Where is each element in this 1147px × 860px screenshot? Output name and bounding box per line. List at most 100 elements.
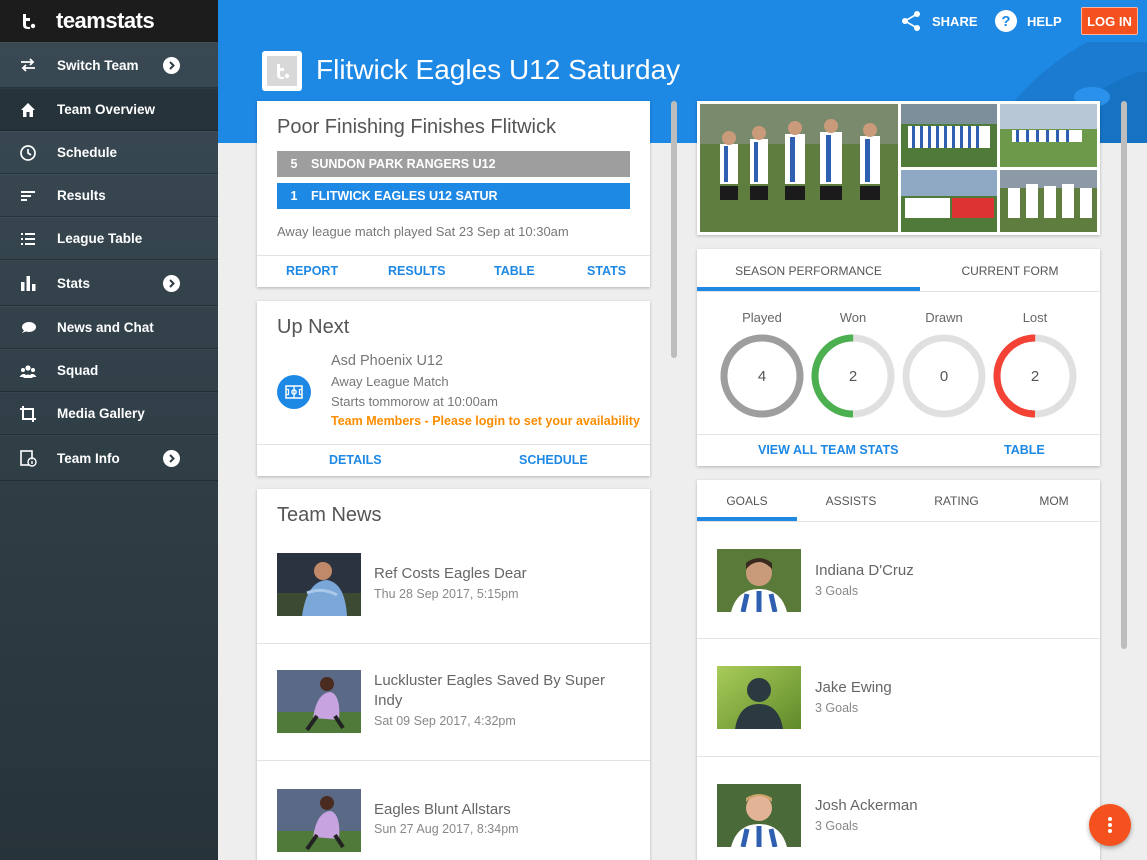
sidebar-item-label: Media Gallery (57, 406, 145, 421)
news-thumbnail (277, 670, 361, 733)
player-row[interactable]: Jake Ewing 3 Goals (697, 639, 1100, 757)
stats-link[interactable]: STATS (587, 264, 626, 278)
team-photo-collage (700, 104, 1097, 232)
player-row[interactable]: Josh Ackerman 3 Goals (697, 757, 1100, 860)
league-table-link[interactable]: TABLE (1004, 443, 1045, 457)
home-score-row: 5 SUNDON PARK RANGERS U12 (277, 151, 630, 177)
player-stat: 3 Goals (815, 819, 859, 833)
player-photo-placeholder (717, 666, 801, 729)
home-score: 5 (290, 157, 298, 171)
away-score-row: 1 FLITWICK EAGLES U12 SATUR (277, 183, 630, 209)
sidebar: teamstats Switch Team Team Overview Sche… (0, 0, 218, 860)
team-news-card: Team News Ref Costs Eagles Dear Thu 28 S… (257, 489, 650, 860)
left-scrollbar[interactable] (671, 101, 677, 358)
opponent-name[interactable]: Asd Phoenix U12 (331, 353, 443, 369)
photo-gallery-card[interactable] (697, 101, 1100, 235)
tab-current-form[interactable]: CURRENT FORM (920, 264, 1100, 278)
brand[interactable]: teamstats (0, 0, 218, 42)
team-logo (262, 51, 302, 91)
more-options-button[interactable] (1089, 804, 1131, 846)
stat-value: 4 (758, 368, 766, 385)
stat-label-drawn: Drawn (925, 310, 963, 325)
help-button[interactable]: ? HELP (995, 0, 1062, 42)
availability-prompt[interactable]: Team Members - Please login to set your … (331, 414, 640, 428)
stat-value: 2 (849, 368, 857, 385)
sidebar-item-team-overview[interactable]: Team Overview (0, 88, 218, 131)
season-performance-card: SEASON PERFORMANCE CURRENT FORM Played W… (697, 249, 1100, 466)
away-team-name: FLITWICK EAGLES U12 SATUR (311, 189, 498, 203)
match-info: Away league match played Sat 23 Sep at 1… (277, 224, 569, 239)
result-links: REPORT RESULTS TABLE STATS (257, 255, 650, 287)
share-button[interactable]: SHARE (900, 0, 978, 42)
results-link[interactable]: RESULTS (388, 264, 445, 278)
sidebar-item-team-info[interactable]: Team Info (0, 435, 218, 481)
tab-mom[interactable]: MOM (1008, 494, 1100, 508)
login-button[interactable]: LOG IN (1081, 7, 1138, 35)
chevron-right-icon[interactable] (163, 274, 180, 292)
chevron-right-icon[interactable] (163, 449, 180, 467)
report-link[interactable]: REPORT (286, 264, 338, 278)
sidebar-item-switch-team[interactable]: Switch Team (0, 42, 218, 88)
player-row[interactable]: Indiana D'Cruz 3 Goals (697, 522, 1100, 639)
sidebar-item-stats[interactable]: Stats (0, 260, 218, 306)
player-name: Josh Ackerman (815, 797, 918, 814)
up-next-card: Up Next Asd Phoenix U12 Away League Matc… (257, 301, 650, 476)
news-title: Luckluster Eagles Saved By Super Indy (374, 672, 605, 709)
table-link[interactable]: TABLE (494, 264, 535, 278)
sidebar-item-label: Team Overview (57, 102, 156, 117)
group-icon (19, 362, 37, 380)
sidebar-item-media-gallery[interactable]: Media Gallery (0, 392, 218, 435)
share-icon (902, 11, 920, 31)
news-item[interactable]: Ref Costs Eagles Dear Thu 28 Sep 2017, 5… (257, 539, 650, 644)
match-report-title[interactable]: Poor Finishing Finishes Flitwick (277, 116, 556, 139)
news-item[interactable]: Luckluster Eagles Saved By Super Indy Sa… (257, 644, 650, 761)
info-icon (19, 449, 37, 467)
sidebar-item-news-and-chat[interactable]: News and Chat (0, 306, 218, 349)
teamstats-logo-icon (23, 14, 36, 29)
last-result-card: Poor Finishing Finishes Flitwick 5 SUNDO… (257, 101, 650, 287)
sidebar-item-label: Switch Team (57, 57, 139, 73)
sidebar-item-label: Schedule (57, 145, 118, 160)
pitch-icon (277, 375, 311, 409)
news-date: Sat 09 Sep 2017, 4:32pm (374, 714, 516, 728)
bar-chart-icon (19, 274, 37, 292)
sidebar-item-squad[interactable]: Squad (0, 349, 218, 392)
sidebar-item-label: League Table (57, 231, 143, 246)
sidebar-item-league-table[interactable]: League Table (0, 217, 218, 260)
team-news-title: Team News (277, 504, 382, 526)
stat-label-won: Won (839, 310, 867, 325)
tab-season-performance[interactable]: SEASON PERFORMANCE (697, 264, 920, 278)
sidebar-item-label: Results (57, 188, 106, 203)
stat-value: 2 (1031, 368, 1039, 385)
player-name: Indiana D'Cruz (815, 562, 914, 579)
view-all-team-stats-link[interactable]: VIEW ALL TEAM STATS (758, 443, 899, 457)
sidebar-item-label: Squad (57, 363, 99, 378)
stat-value: 0 (940, 368, 948, 385)
tab-rating[interactable]: RATING (905, 494, 1008, 508)
away-score: 1 (290, 189, 298, 203)
player-name: Jake Ewing (815, 679, 892, 696)
chat-icon (19, 319, 37, 337)
player-stat: 3 Goals (815, 584, 859, 598)
sidebar-item-results[interactable]: Results (0, 174, 218, 217)
schedule-link[interactable]: SCHEDULE (519, 453, 588, 467)
news-title: Eagles Blunt Allstars (374, 801, 511, 818)
details-link[interactable]: DETAILS (329, 453, 382, 467)
news-item[interactable]: Eagles Blunt Allstars Sun 27 Aug 2017, 8… (257, 761, 650, 860)
crop-icon (19, 405, 37, 423)
season-links: VIEW ALL TEAM STATS TABLE (697, 434, 1100, 466)
player-photo (717, 549, 801, 612)
match-type: Away League Match (331, 374, 449, 389)
player-stat: 3 Goals (815, 701, 859, 715)
news-date: Sun 27 Aug 2017, 8:34pm (374, 822, 519, 836)
tab-goals[interactable]: GOALS (697, 494, 797, 508)
list-icon (19, 230, 37, 248)
chevron-right-icon[interactable] (163, 56, 180, 74)
right-scrollbar[interactable] (1121, 101, 1127, 649)
sidebar-item-schedule[interactable]: Schedule (0, 131, 218, 174)
page-title: Flitwick Eagles U12 Saturday (316, 54, 681, 85)
season-stat-rings: 4 2 0 2 (720, 334, 1077, 418)
up-next-links: DETAILS SCHEDULE (257, 444, 650, 476)
home-team-name: SUNDON PARK RANGERS U12 (311, 157, 496, 171)
tab-assists[interactable]: ASSISTS (797, 494, 905, 508)
